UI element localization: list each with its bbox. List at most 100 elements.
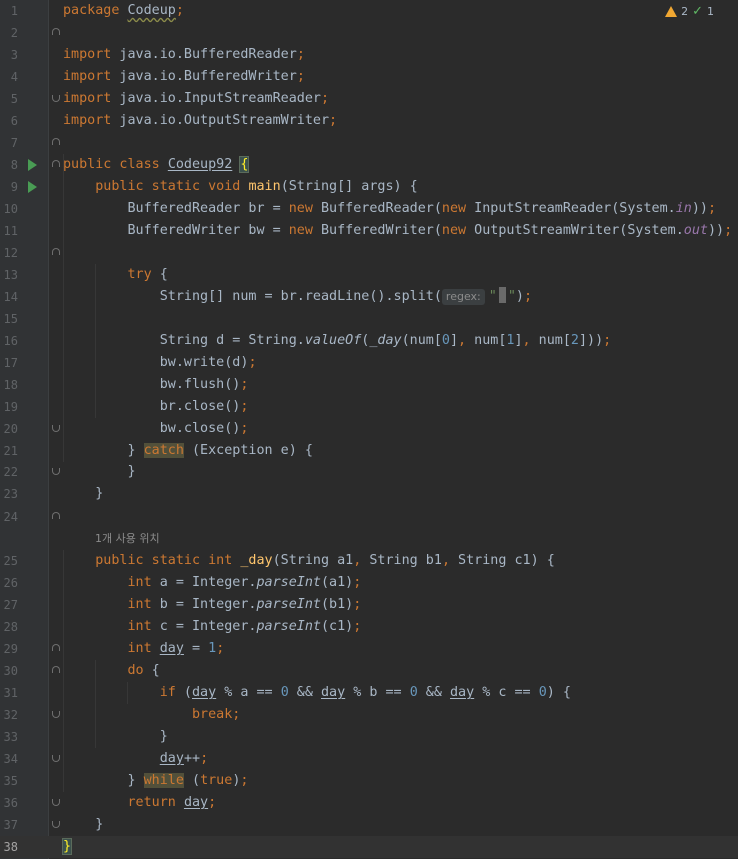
- code-text[interactable]: int a = Integer.parseInt(a1);: [63, 572, 362, 594]
- line-number[interactable]: 19: [0, 398, 18, 416]
- line-number[interactable]: 11: [0, 222, 18, 240]
- code-line[interactable]: 9 public static void main(String[] args)…: [0, 176, 738, 198]
- fold-expanded-icon[interactable]: [52, 644, 60, 651]
- code-text[interactable]: day++;: [63, 748, 208, 770]
- line-number[interactable]: 34: [0, 750, 18, 768]
- fold-expanded-icon[interactable]: [52, 28, 60, 35]
- code-line[interactable]: 6 import java.io.OutputStreamWriter;: [0, 110, 738, 132]
- line-number[interactable]: 30: [0, 662, 18, 680]
- line-number[interactable]: 16: [0, 332, 18, 350]
- code-line[interactable]: 5 import java.io.InputStreamReader;: [0, 88, 738, 110]
- code-line[interactable]: 22 }: [0, 461, 738, 483]
- line-number[interactable]: 2: [0, 24, 18, 42]
- code-text[interactable]: }: [63, 814, 103, 836]
- code-text[interactable]: import java.io.BufferedWriter;: [63, 66, 305, 88]
- code-line[interactable]: 7: [0, 132, 738, 154]
- line-number[interactable]: 8: [0, 156, 18, 174]
- code-text[interactable]: bw.close();: [63, 418, 249, 440]
- code-line[interactable]: 15: [0, 308, 738, 330]
- line-number[interactable]: 13: [0, 266, 18, 284]
- line-number[interactable]: 23: [0, 485, 18, 503]
- fold-end-icon[interactable]: [52, 755, 60, 762]
- line-number[interactable]: 33: [0, 728, 18, 746]
- code-line[interactable]: 17 bw.write(d);: [0, 352, 738, 374]
- fold-end-icon[interactable]: [52, 468, 60, 475]
- usages-inlay-hint[interactable]: 1개 사용 위치: [95, 529, 160, 549]
- code-text[interactable]: break;: [63, 704, 240, 726]
- code-line[interactable]: 2: [0, 22, 738, 44]
- line-number[interactable]: 29: [0, 640, 18, 658]
- line-number[interactable]: 17: [0, 354, 18, 372]
- code-line[interactable]: 1 package Codeup;: [0, 0, 738, 22]
- code-text[interactable]: import java.io.OutputStreamWriter;: [63, 110, 337, 132]
- code-line[interactable]: 28 int c = Integer.parseInt(c1);: [0, 616, 738, 638]
- code-line[interactable]: 20 bw.close();: [0, 418, 738, 440]
- fold-end-icon[interactable]: [52, 95, 60, 102]
- line-number[interactable]: 31: [0, 684, 18, 702]
- code-line[interactable]: 25 public static int _day(String a1, Str…: [0, 550, 738, 572]
- code-text[interactable]: public static int _day(String a1, String…: [63, 550, 555, 572]
- fold-end-icon[interactable]: [52, 799, 60, 806]
- line-number[interactable]: 21: [0, 442, 18, 460]
- fold-expanded-icon[interactable]: [52, 666, 60, 673]
- code-line[interactable]: 34 day++;: [0, 748, 738, 770]
- fold-expanded-icon[interactable]: [52, 138, 60, 145]
- line-number[interactable]: 38: [0, 838, 18, 856]
- code-line[interactable]: 35 } while (true);: [0, 770, 738, 792]
- code-line[interactable]: 33 }: [0, 726, 738, 748]
- line-number[interactable]: 25: [0, 552, 18, 570]
- code-text[interactable]: return day;: [63, 792, 217, 814]
- code-line[interactable]: 16 String d = String.valueOf(_day(num[0]…: [0, 330, 738, 352]
- code-line[interactable]: 8 public class Codeup92 {: [0, 154, 738, 176]
- code-text[interactable]: BufferedReader br = new BufferedReader(n…: [63, 198, 716, 220]
- code-text[interactable]: String d = String.valueOf(_day(num[0], n…: [63, 330, 612, 352]
- line-number[interactable]: 10: [0, 200, 18, 218]
- inspection-widget[interactable]: 2 ✓ 1: [665, 4, 714, 19]
- code-line[interactable]: 10 BufferedReader br = new BufferedReade…: [0, 198, 738, 220]
- line-number[interactable]: 24: [0, 508, 18, 526]
- code-line[interactable]: 3 import java.io.BufferedReader;: [0, 44, 738, 66]
- code-text[interactable]: }: [63, 461, 135, 483]
- fold-end-icon[interactable]: [52, 821, 60, 828]
- code-line[interactable]: 31 if (day % a == 0 && day % b == 0 && d…: [0, 682, 738, 704]
- fold-end-icon[interactable]: [52, 425, 60, 432]
- line-number[interactable]: 6: [0, 112, 18, 130]
- line-number[interactable]: 3: [0, 46, 18, 64]
- code-line[interactable]: 36 return day;: [0, 792, 738, 814]
- code-text[interactable]: } while (true);: [63, 770, 248, 792]
- code-line[interactable]: 19 br.close();: [0, 396, 738, 418]
- code-line[interactable]: 26 int a = Integer.parseInt(a1);: [0, 572, 738, 594]
- line-number[interactable]: 4: [0, 68, 18, 86]
- code-line[interactable]: 12: [0, 242, 738, 264]
- code-text[interactable]: public class Codeup92 {: [63, 154, 250, 176]
- line-number[interactable]: 18: [0, 376, 18, 394]
- code-line[interactable]: 11 BufferedWriter bw = new BufferedWrite…: [0, 220, 738, 242]
- code-line[interactable]: 37 }: [0, 814, 738, 836]
- code-line[interactable]: 30 do {: [0, 660, 738, 682]
- line-number[interactable]: 14: [0, 288, 18, 306]
- line-number[interactable]: 15: [0, 310, 18, 328]
- line-number[interactable]: 22: [0, 463, 18, 481]
- code-line[interactable]: 29 int day = 1;: [0, 638, 738, 660]
- code-line[interactable]: 14 String[] num = br.readLine().split(re…: [0, 286, 738, 308]
- code-line[interactable]: 13 try {: [0, 264, 738, 286]
- line-number[interactable]: 7: [0, 134, 18, 152]
- code-line[interactable]: 21 } catch (Exception e) {: [0, 440, 738, 462]
- code-text[interactable]: package Codeup;: [63, 0, 184, 22]
- code-text[interactable]: }: [61, 836, 73, 858]
- code-line[interactable]: 27 int b = Integer.parseInt(b1);: [0, 594, 738, 616]
- code-text[interactable]: do {: [63, 660, 160, 682]
- code-line[interactable]: 38}: [0, 836, 738, 858]
- code-text[interactable]: int c = Integer.parseInt(c1);: [63, 616, 362, 638]
- run-gutter-icon[interactable]: [28, 159, 37, 171]
- code-line[interactable]: 18 bw.flush();: [0, 374, 738, 396]
- line-number[interactable]: 5: [0, 90, 18, 108]
- code-text[interactable]: br.close();: [63, 396, 249, 418]
- code-text[interactable]: bw.flush();: [63, 374, 249, 396]
- code-line[interactable]: 24: [0, 506, 738, 528]
- code-line[interactable]: 4 import java.io.BufferedWriter;: [0, 66, 738, 88]
- code-text[interactable]: BufferedWriter bw = new BufferedWriter(n…: [63, 220, 732, 242]
- code-line[interactable]: 23 }: [0, 483, 738, 505]
- line-number[interactable]: 9: [0, 178, 18, 196]
- line-number[interactable]: 12: [0, 244, 18, 262]
